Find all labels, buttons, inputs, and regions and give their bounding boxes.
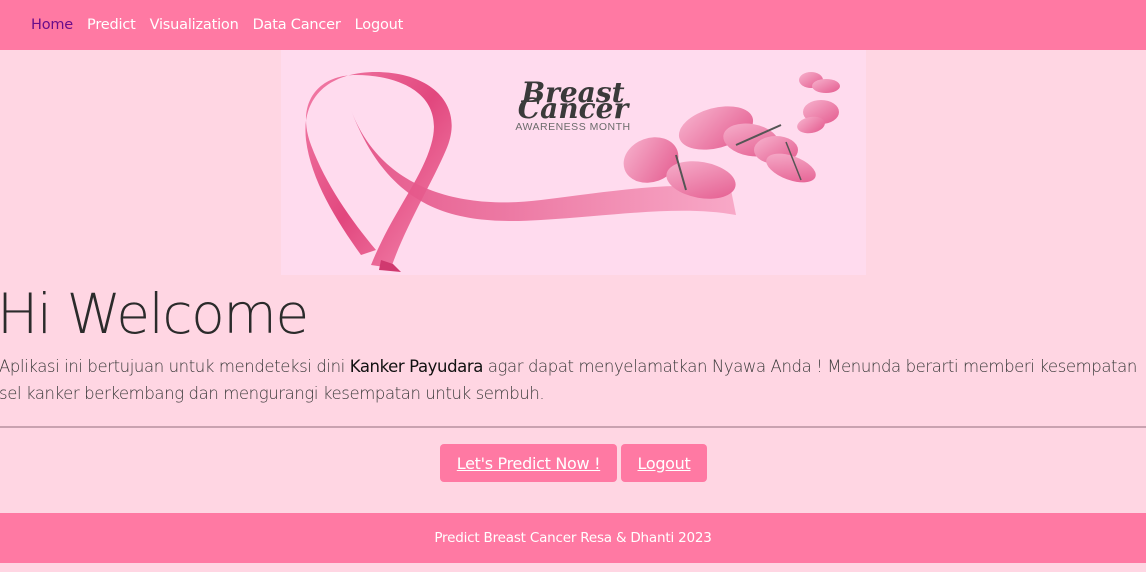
predict-now-button[interactable]: Let's Predict Now ! [440, 444, 617, 482]
butterfly-icon [797, 100, 839, 134]
footer: Predict Breast Cancer Resa & Dhanti 2023 [0, 513, 1146, 563]
banner-subtitle: AWARENESS MONTH [515, 121, 630, 133]
nav-logout[interactable]: Logout [355, 17, 404, 33]
description-text: Aplikasi ini bertujuan untuk mendeteksi … [0, 357, 350, 376]
nav-data-cancer[interactable]: Data Cancer [253, 17, 341, 33]
breast-cancer-banner: Breast Cancer AWARENESS MONTH [281, 50, 866, 275]
butterfly-icon [799, 72, 840, 93]
navbar: Home Predict Visualization Data Cancer L… [0, 0, 1146, 50]
description-highlight: Kanker Payudara [349, 357, 484, 376]
banner-illustration: Breast Cancer AWARENESS MONTH [305, 72, 840, 272]
divider [0, 426, 1146, 428]
nav-home[interactable]: Home [31, 17, 73, 33]
footer-text: Predict Breast Cancer Resa & Dhanti 2023 [434, 530, 712, 546]
welcome-title: Hi Welcome [0, 282, 309, 346]
welcome-description: Aplikasi ini bertujuan untuk mendeteksi … [0, 353, 1139, 407]
butterfly-icon [754, 136, 816, 183]
logout-button[interactable]: Logout [621, 444, 707, 482]
nav-visualization[interactable]: Visualization [150, 17, 239, 33]
nav-predict[interactable]: Predict [87, 17, 136, 33]
